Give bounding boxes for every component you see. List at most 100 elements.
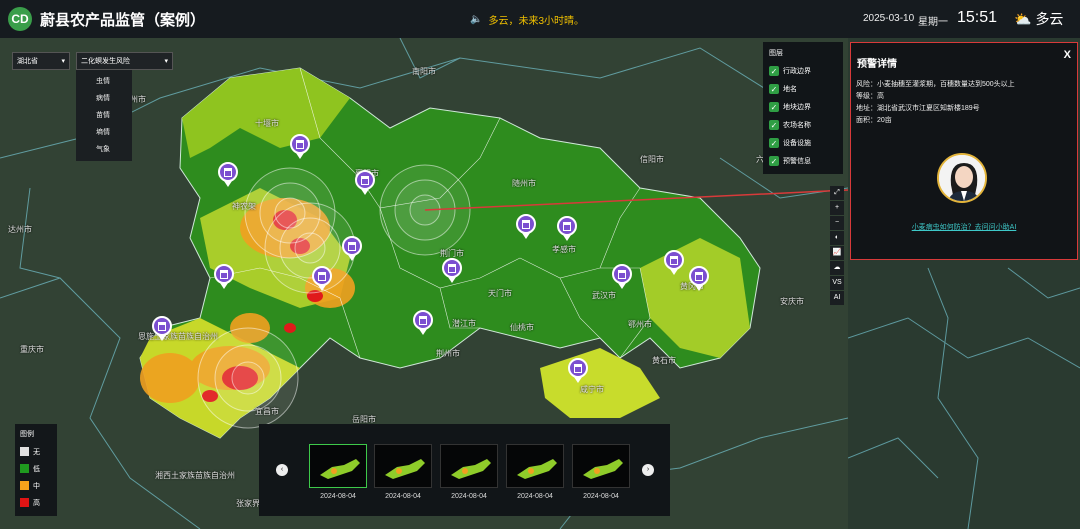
layer-type-select[interactable]: 二化螟发生风险 ▾ — [76, 52, 173, 70]
timeline-thumbnail[interactable] — [572, 444, 630, 488]
monitor-device-icon — [442, 258, 462, 278]
legend-item: 低 — [20, 460, 52, 477]
timeline-thumbnail[interactable] — [506, 444, 564, 488]
monitor-device-icon — [664, 250, 684, 270]
map-label: 安庆市 — [780, 297, 804, 306]
thumbnail-map-image — [385, 459, 425, 479]
assistant-avatar — [937, 153, 987, 203]
device-marker-pin[interactable] — [557, 216, 577, 241]
legend-label: 低 — [33, 465, 40, 473]
checkbox-checked-icon[interactable]: ✓ — [769, 120, 779, 130]
monitor-device-icon — [290, 134, 310, 154]
chart-icon[interactable]: 📈 — [830, 246, 844, 260]
chevron-down-icon: ▾ — [164, 58, 168, 65]
map-label: 仙桃市 — [510, 323, 534, 332]
fullscreen-icon[interactable]: ⤢ — [830, 186, 844, 200]
layer-toggle[interactable]: ✓ 预警信息 — [769, 152, 837, 170]
map-label: 宜昌市 — [255, 407, 279, 416]
checkbox-checked-icon[interactable]: ✓ — [769, 66, 779, 76]
close-button[interactable]: X — [1064, 49, 1071, 61]
timeline-date: 2024-08-04 — [451, 493, 487, 500]
layer-toggle-label: 设备设施 — [783, 140, 811, 147]
legend-item: 无 — [20, 443, 52, 460]
legend-label: 中 — [33, 482, 40, 490]
legend-swatch — [20, 464, 29, 473]
timeline-date: 2024-08-04 — [517, 493, 553, 500]
weather-notice: 🔈 多云，未来3小时晴。 — [470, 12, 584, 27]
map-label: 恩施土家族苗族自治州 — [138, 332, 218, 341]
thumbnail-map-image — [583, 459, 623, 479]
dropdown-option[interactable]: 苗情 — [76, 107, 132, 124]
map-label: 随州市 — [512, 179, 536, 188]
device-marker-pin[interactable] — [312, 266, 332, 291]
thumbnail-map-image — [451, 459, 491, 479]
timeline-thumbnail[interactable] — [440, 444, 498, 488]
zoom-out-button[interactable]: − — [830, 216, 844, 230]
map-tool-column: ⤢ + − ◐ 📈 ☁ VS AI — [830, 186, 844, 306]
timeline-thumbnail[interactable] — [309, 444, 367, 488]
device-marker-pin[interactable] — [664, 250, 684, 275]
device-marker-pin[interactable] — [342, 236, 362, 261]
basemap-toggle-icon[interactable]: ◐ — [830, 231, 844, 245]
layer-toggle-label: 地名 — [783, 86, 797, 93]
dropdown-option[interactable]: 虫情 — [76, 73, 132, 90]
compare-button[interactable]: VS — [830, 276, 844, 290]
timeline-next-button[interactable]: › — [642, 464, 654, 476]
checkbox-checked-icon[interactable]: ✓ — [769, 156, 779, 166]
risk-legend: 图例 无 低 中 高 — [15, 424, 57, 516]
timeline-thumbnail[interactable] — [374, 444, 432, 488]
current-time: 15:51 — [957, 9, 998, 26]
device-marker-pin[interactable] — [290, 134, 310, 159]
avatar-portrait — [939, 155, 985, 201]
layer-toggle[interactable]: ✓ 农场名称 — [769, 116, 837, 134]
device-marker-pin[interactable] — [413, 310, 433, 335]
device-marker-pin[interactable] — [355, 170, 375, 195]
zoom-in-button[interactable]: + — [830, 201, 844, 215]
map-label: 荆州市 — [436, 349, 460, 358]
device-marker-pin[interactable] — [568, 358, 588, 383]
map-label: 重庆市 — [20, 345, 44, 354]
device-marker-pin[interactable] — [442, 258, 462, 283]
dropdown-option[interactable]: 气象 — [76, 141, 132, 158]
ai-assistant-button[interactable]: AI — [830, 291, 844, 305]
monitor-device-icon — [516, 214, 536, 234]
ai-assistant-link[interactable]: 小麦病虫如何防治？去问问小助AI — [851, 222, 1077, 232]
province-select[interactable]: 湖北省 ▾ — [12, 52, 70, 70]
map-label: 天门市 — [488, 289, 512, 298]
weather-status: ⛅ 多云 — [1014, 9, 1063, 29]
alert-risk: 风险：小麦抽穗至灌浆期，百穗数量达到500头以上 — [856, 81, 1015, 88]
layer-toggle[interactable]: ✓ 地名 — [769, 80, 837, 98]
app-logo: CD — [8, 7, 32, 31]
weather-notice-text: 多云，未来3小时晴。 — [488, 16, 585, 27]
checkbox-checked-icon[interactable]: ✓ — [769, 138, 779, 148]
dropdown-option[interactable]: 病情 — [76, 90, 132, 107]
legend-item: 中 — [20, 477, 52, 494]
map-label: 鄂州市 — [628, 320, 652, 329]
layer-toggle[interactable]: ✓ 设备设施 — [769, 134, 837, 152]
current-date: 2025-03-10 — [863, 13, 915, 24]
device-marker-pin[interactable] — [689, 266, 709, 291]
layer-toggle[interactable]: ✓ 地块边界 — [769, 98, 837, 116]
map-label: 武汉市 — [592, 291, 616, 300]
monitor-device-icon — [612, 264, 632, 284]
timeline-prev-button[interactable]: ‹ — [276, 464, 288, 476]
checkbox-checked-icon[interactable]: ✓ — [769, 84, 779, 94]
weather-cloud-icon[interactable]: ☁ — [830, 261, 844, 275]
map-label: 咸宁市 — [580, 385, 604, 394]
weather-text: 多云 — [1035, 11, 1064, 27]
map-label: 孝感市 — [552, 245, 576, 254]
legend-label: 无 — [33, 448, 40, 456]
device-marker-pin[interactable] — [612, 264, 632, 289]
device-marker-pin[interactable] — [218, 162, 238, 187]
monitor-device-icon — [413, 310, 433, 330]
monitor-device-icon — [342, 236, 362, 256]
device-marker-pin[interactable] — [152, 316, 172, 341]
layer-toggle[interactable]: ✓ 行政边界 — [769, 62, 837, 80]
dropdown-option[interactable]: 墒情 — [76, 124, 132, 141]
device-marker-pin[interactable] — [214, 264, 234, 289]
checkbox-checked-icon[interactable]: ✓ — [769, 102, 779, 112]
page-title: 蔚县农产品监管（案例） — [40, 11, 206, 29]
layer-panel: 图层 ✓ 行政边界 ✓ 地名 ✓ 地块边界 ✓ 农场名称 ✓ 设备设施 ✓ 预警信息 — [763, 42, 843, 174]
timeline-panel: ‹ 2024-08-04 2024-08-04 2024-08-04 2024-… — [259, 424, 670, 516]
device-marker-pin[interactable] — [516, 214, 536, 239]
